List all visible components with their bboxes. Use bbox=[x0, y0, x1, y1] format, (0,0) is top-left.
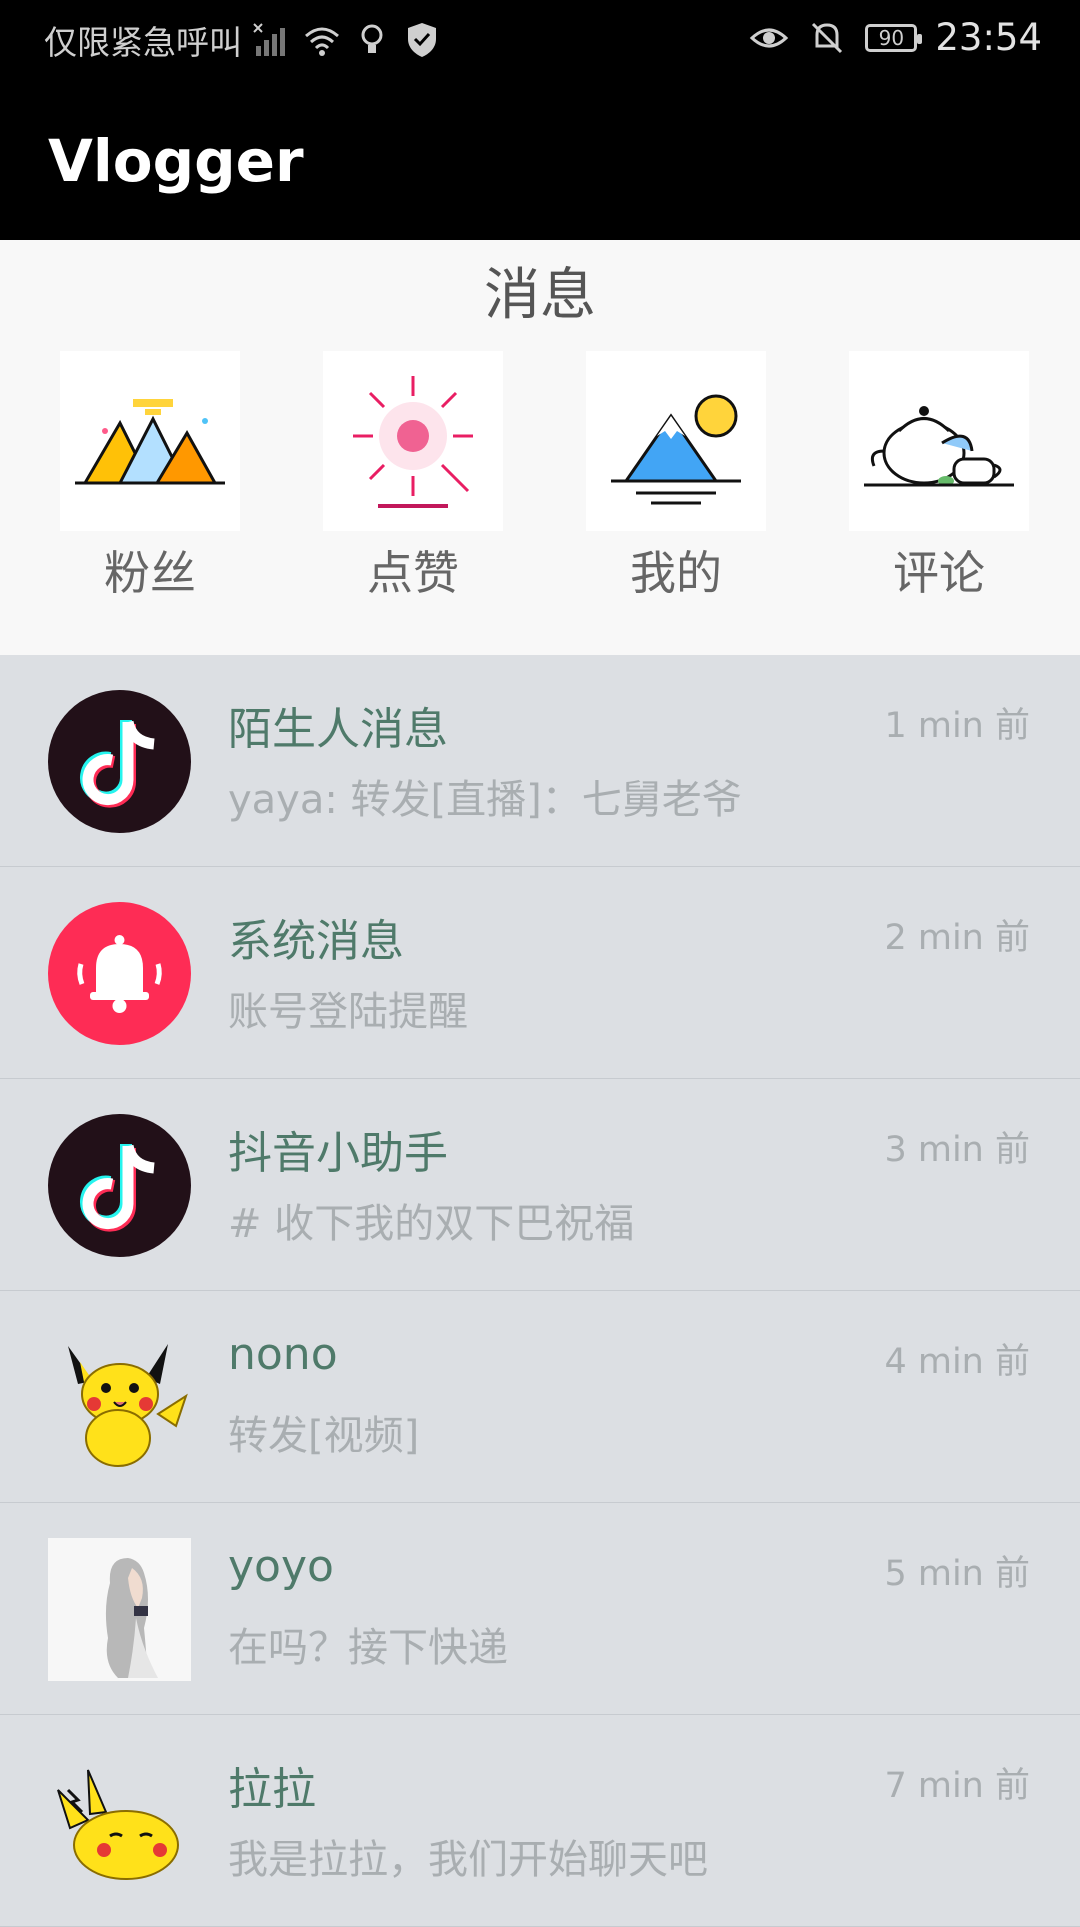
message-preview: 我是拉拉，我们开始聊天吧 bbox=[228, 1837, 708, 1883]
conversation-name: nono bbox=[228, 1329, 338, 1380]
likes-thumbnail bbox=[323, 351, 503, 531]
bell-icon bbox=[48, 902, 191, 1045]
category-label: 粉丝 bbox=[104, 546, 196, 600]
tiktok-icon bbox=[48, 1114, 191, 1257]
mine-thumbnail bbox=[586, 351, 766, 531]
conversation-name: 系统消息 bbox=[228, 916, 404, 967]
panel-title: 消息 bbox=[484, 263, 596, 328]
tiktok-icon bbox=[48, 690, 191, 833]
pikachu-icon bbox=[68, 1344, 188, 1467]
list-item[interactable]: 拉拉 我是拉拉，我们开始聊天吧 7 min 前 bbox=[0, 1715, 1080, 1927]
comments-thumbnail bbox=[849, 351, 1029, 531]
mountains-icon bbox=[75, 399, 225, 485]
avatar bbox=[48, 1538, 191, 1681]
message-time: 1 min 前 bbox=[884, 706, 1030, 746]
message-time: 2 min 前 bbox=[884, 918, 1030, 958]
app-title: Vlogger bbox=[48, 127, 304, 195]
carrier-text: 仅限紧急呼叫 bbox=[44, 23, 242, 62]
app-bar: Vlogger bbox=[0, 75, 1080, 240]
avatar bbox=[48, 1750, 191, 1893]
conversation-name: 抖音小助手 bbox=[228, 1128, 448, 1179]
list-item[interactable]: 系统消息 账号登陆提醒 2 min 前 bbox=[0, 867, 1080, 1079]
category-comments[interactable]: 评论 bbox=[849, 351, 1029, 603]
message-preview: 账号登陆提醒 bbox=[228, 989, 468, 1035]
list-item[interactable]: 陌生人消息 yaya: 转发[直播]：七舅老爷 1 min 前 bbox=[0, 655, 1080, 867]
list-item[interactable]: 抖音小助手 # 收下我的双下巴祝福 3 min 前 bbox=[0, 1079, 1080, 1291]
girl-avatar-icon bbox=[48, 1538, 191, 1681]
avatar bbox=[48, 902, 191, 1045]
messages-panel: 消息 粉丝 点赞 我的 评论 bbox=[0, 240, 1080, 655]
signal-icon bbox=[253, 23, 285, 56]
message-time: 3 min 前 bbox=[884, 1130, 1030, 1170]
message-preview: 转发[视频] bbox=[228, 1413, 420, 1459]
teapot-icon bbox=[864, 406, 1014, 487]
message-time: 4 min 前 bbox=[884, 1342, 1030, 1382]
message-time: 5 min 前 bbox=[884, 1554, 1030, 1594]
battery-level: 90 bbox=[878, 25, 905, 50]
avatar bbox=[48, 1114, 191, 1257]
avatar bbox=[48, 1326, 191, 1469]
category-likes[interactable]: 点赞 bbox=[323, 351, 503, 603]
status-bar: 仅限紧急呼叫 90 23:54 bbox=[0, 0, 1080, 75]
lightbulb-icon bbox=[361, 24, 383, 53]
message-preview: yaya: 转发[直播]：七舅老爷 bbox=[228, 777, 742, 823]
shield-icon bbox=[408, 23, 436, 57]
notifications-off-icon bbox=[812, 22, 843, 53]
message-list: 陌生人消息 yaya: 转发[直播]：七舅老爷 1 min 前 系统消息 账号登… bbox=[0, 655, 1080, 1927]
category-fans[interactable]: 粉丝 bbox=[60, 351, 240, 603]
category-label: 我的 bbox=[630, 546, 722, 600]
message-preview: 在吗？接下快递 bbox=[228, 1625, 508, 1671]
category-label: 点赞 bbox=[367, 546, 459, 600]
message-preview: # 收下我的双下巴祝福 bbox=[228, 1201, 635, 1247]
clock: 23:54 bbox=[935, 16, 1042, 59]
battery-indicator: 90 bbox=[865, 23, 923, 52]
list-item[interactable]: nono 转发[视频] 4 min 前 bbox=[0, 1291, 1080, 1503]
sleeping-pikachu-icon bbox=[57, 1769, 179, 1880]
eye-icon bbox=[750, 28, 789, 47]
list-item[interactable]: yoyo 在吗？接下快递 5 min 前 bbox=[0, 1503, 1080, 1715]
category-mine[interactable]: 我的 bbox=[586, 351, 766, 603]
conversation-name: 拉拉 bbox=[228, 1764, 316, 1815]
sparkle-icon bbox=[353, 376, 473, 508]
wifi-icon bbox=[305, 27, 339, 56]
message-time: 7 min 前 bbox=[884, 1766, 1030, 1806]
category-label: 评论 bbox=[893, 546, 985, 600]
conversation-name: 陌生人消息 bbox=[228, 704, 448, 755]
mountain-sun-icon bbox=[611, 394, 741, 505]
conversation-name: yoyo bbox=[228, 1541, 334, 1592]
fans-thumbnail bbox=[60, 351, 240, 531]
avatar bbox=[48, 690, 191, 833]
